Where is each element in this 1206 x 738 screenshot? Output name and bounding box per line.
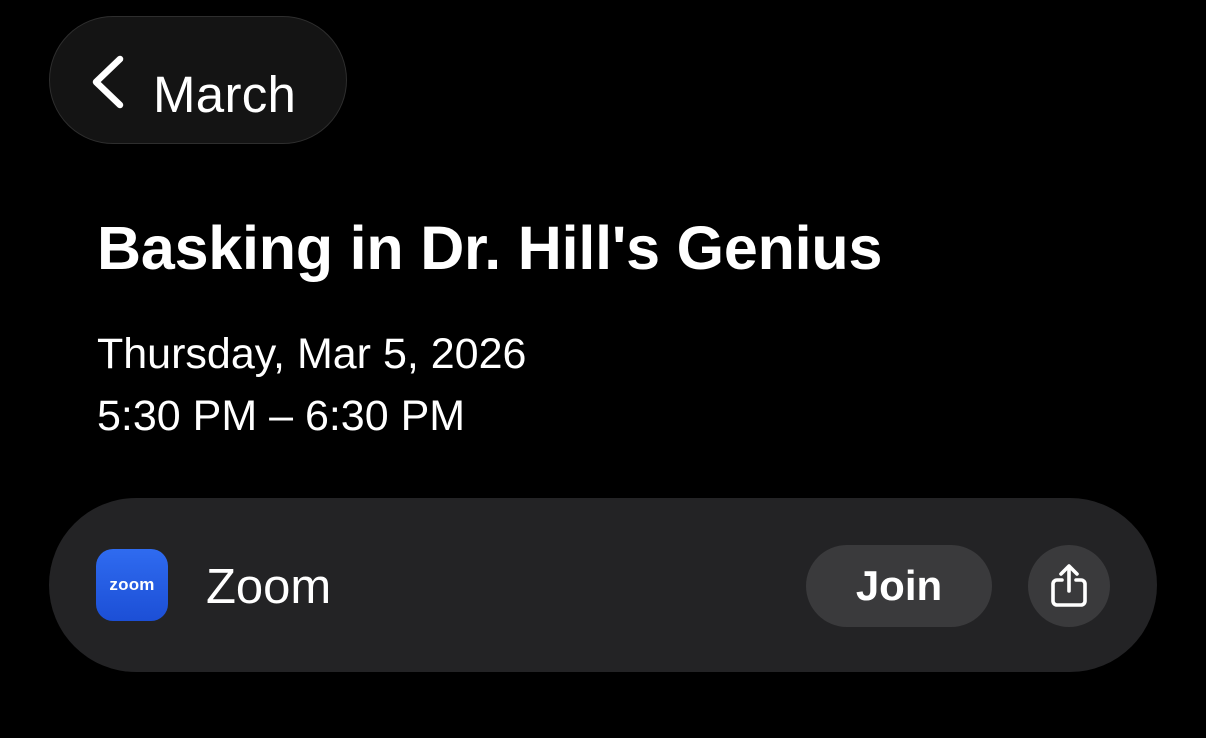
join-button[interactable]: Join: [806, 545, 992, 627]
zoom-logo-icon: zoom: [96, 549, 168, 621]
back-label: March: [153, 66, 297, 123]
video-call-card: zoom Zoom Join: [49, 498, 1157, 672]
event-title: Basking in Dr. Hill's Genius: [97, 214, 883, 282]
event-detail-screen: March Basking in Dr. Hill's Genius Thurs…: [0, 0, 1206, 738]
back-button[interactable]: March: [49, 16, 347, 144]
event-time: 5:30 PM – 6:30 PM: [97, 392, 466, 440]
chevron-left-icon: [88, 55, 128, 115]
zoom-logo-text: zoom: [109, 575, 155, 594]
share-icon: [1049, 563, 1089, 609]
event-date: Thursday, Mar 5, 2026: [97, 330, 527, 378]
share-button[interactable]: [1028, 545, 1110, 627]
call-provider-name: Zoom: [206, 560, 332, 614]
